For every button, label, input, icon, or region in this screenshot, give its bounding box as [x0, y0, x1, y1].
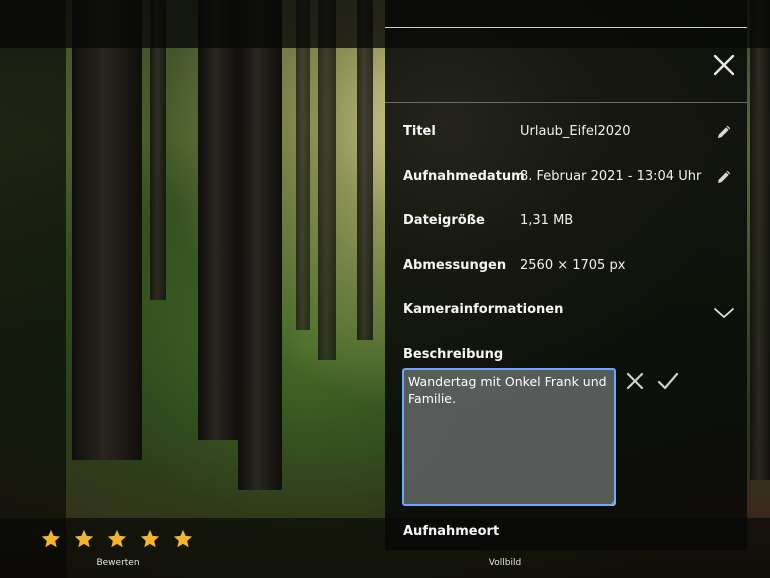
star-icon[interactable] — [106, 528, 128, 550]
panel-divider — [385, 102, 747, 103]
star-icon[interactable] — [172, 528, 194, 550]
detail-label: Aufnahmedatum — [403, 169, 525, 184]
detail-value: 2560 × 1705 px — [520, 258, 626, 273]
resize-grip-icon[interactable] — [609, 499, 616, 506]
rating-caption: Bewerten — [96, 558, 140, 568]
description-textarea[interactable]: Wandertag mit Onkel Frank und Familie. — [402, 368, 616, 506]
detail-value: Urlaub_Eifel2020 — [520, 124, 631, 139]
panel-top-border — [385, 27, 747, 28]
cancel-icon — [626, 372, 644, 390]
chevron-down-icon — [714, 308, 734, 318]
star-icon[interactable] — [139, 528, 161, 550]
edit-date-button[interactable] — [715, 168, 733, 186]
location-label: Aufnahmeort — [403, 524, 500, 539]
detail-label: Dateigröße — [403, 213, 485, 228]
tree-trunk — [72, 0, 142, 460]
tree-trunk — [357, 0, 373, 340]
tree-trunk — [750, 0, 770, 480]
close-icon — [713, 54, 735, 76]
pencil-icon — [718, 125, 731, 138]
fullscreen-button[interactable]: Vollbild — [475, 558, 535, 568]
camera-info-label: Kamerainformationen — [403, 302, 564, 317]
close-panel-button[interactable] — [711, 52, 737, 78]
detail-label: Abmessungen — [403, 258, 507, 273]
detail-label: Titel — [403, 124, 436, 139]
description-label: Beschreibung — [403, 347, 504, 362]
detail-value: 8. Februar 2021 - 13:04 Uhr — [520, 169, 702, 184]
pencil-icon — [718, 170, 731, 183]
description-cancel-button[interactable] — [625, 371, 645, 391]
tree-trunk — [318, 0, 336, 360]
expand-camera-info-button[interactable] — [713, 305, 735, 319]
info-panel: Titel Urlaub_Eifel2020 Aufnahmedatum 8. … — [385, 0, 747, 550]
tree-trunk — [238, 0, 282, 490]
check-icon — [657, 372, 679, 390]
star-icon[interactable] — [40, 528, 62, 550]
star-icon[interactable] — [73, 528, 95, 550]
detail-value: 1,31 MB — [520, 213, 574, 228]
image-vignette-left — [0, 0, 66, 578]
edit-title-button[interactable] — [715, 123, 733, 141]
tree-trunk — [198, 0, 238, 440]
tree-trunk — [296, 0, 310, 330]
description-confirm-button[interactable] — [657, 371, 679, 391]
